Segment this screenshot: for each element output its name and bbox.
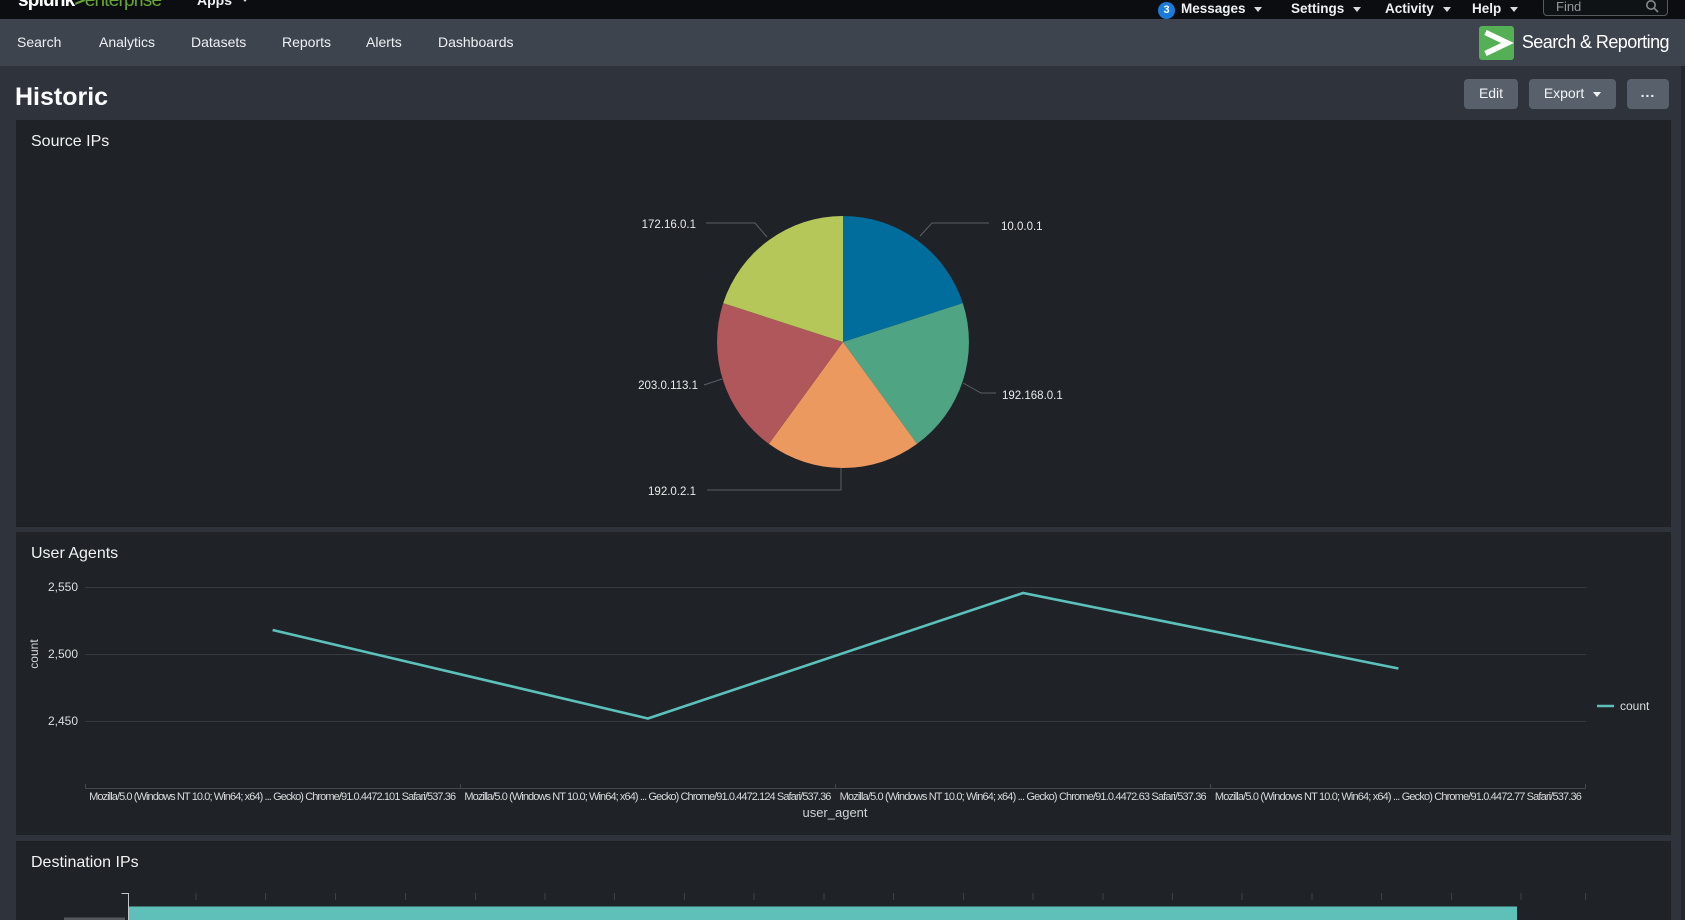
svg-text:203.0.113.1: 203.0.113.1: [638, 380, 698, 392]
svg-text:Mozilla/5.0 (Windows NT 10.0;: Mozilla/5.0 (Windows NT 10.0; Win64; x64…: [1215, 791, 1582, 803]
svg-text:Mozilla/5.0 (Windows NT 10.0;: Mozilla/5.0 (Windows NT 10.0; Win64; x64…: [840, 791, 1207, 803]
svg-text:count: count: [27, 639, 41, 669]
svg-text:192.0.2.1: 192.0.2.1: [648, 486, 696, 498]
svg-text:Mozilla/5.0 (Windows NT 10.0;: Mozilla/5.0 (Windows NT 10.0; Win64; x64…: [89, 791, 456, 803]
svg-text:172.16.0.1: 172.16.0.1: [642, 219, 696, 231]
svg-text:10.0.0.1: 10.0.0.1: [1001, 221, 1043, 233]
svg-text:2,450: 2,450: [48, 714, 78, 728]
svg-text:2,550: 2,550: [48, 580, 78, 594]
svg-text:2,500: 2,500: [48, 647, 78, 661]
svg-text:Mozilla/5.0 (Windows NT 10.0;: Mozilla/5.0 (Windows NT 10.0; Win64; x64…: [464, 791, 831, 803]
svg-text:user_agent: user_agent: [802, 805, 867, 820]
svg-text:192.168.0.1: 192.168.0.1: [1002, 390, 1063, 402]
svg-text:count: count: [1620, 699, 1650, 713]
